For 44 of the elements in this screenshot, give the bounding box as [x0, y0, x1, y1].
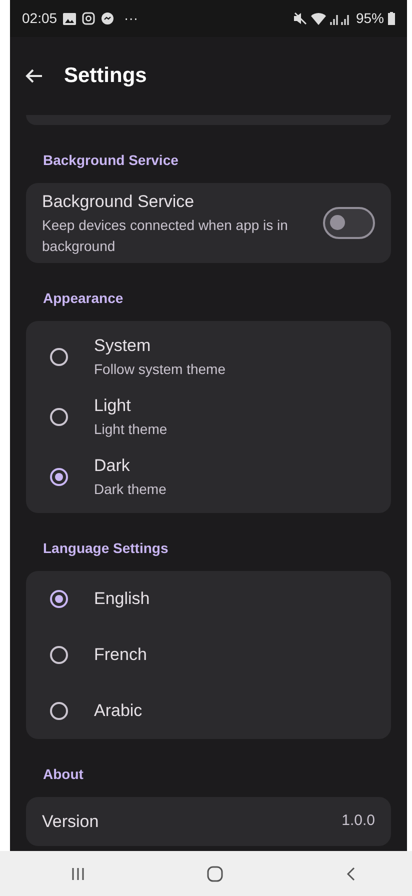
battery-icon: [388, 12, 395, 25]
radio-option[interactable]: Dark Dark theme: [26, 446, 391, 506]
mute-icon: [292, 12, 307, 25]
radio-button[interactable]: [50, 702, 68, 720]
status-time: 02:05: [22, 9, 58, 28]
option-label: Arabic: [94, 700, 142, 722]
option-label: System: [94, 335, 152, 358]
section-header: About: [42, 764, 84, 784]
option-description: Dark theme: [94, 480, 166, 499]
more-notifications: ···: [124, 9, 138, 28]
option-label: English: [94, 588, 150, 610]
back-icon[interactable]: [344, 866, 356, 882]
option-description: Follow system theme: [94, 360, 226, 379]
battery-level: 95%: [356, 9, 384, 28]
radio-option[interactable]: Light Light theme: [26, 386, 391, 446]
toggle-switch[interactable]: [323, 206, 375, 239]
home-icon[interactable]: [206, 864, 224, 882]
wifi-icon: [310, 12, 326, 24]
option-label: French: [94, 644, 147, 666]
setting-title: Background Service: [42, 191, 196, 213]
radio-option[interactable]: Arabic: [26, 682, 391, 738]
recent-apps-icon[interactable]: [70, 866, 84, 880]
radio-option[interactable]: System Follow system theme: [26, 326, 391, 386]
option-label: Dark: [94, 455, 131, 478]
radio-button[interactable]: [50, 646, 68, 664]
radio-button[interactable]: [50, 590, 68, 608]
chat-bubble-icon: [101, 12, 114, 25]
radio-option[interactable]: English: [26, 570, 391, 626]
option-label: Light: [94, 395, 132, 418]
option-description: Light theme: [94, 420, 168, 439]
info-label: Version: [42, 810, 99, 832]
section-header: Language Settings: [42, 538, 170, 558]
info-value: 1.0.0: [342, 811, 375, 831]
setting-description: Keep devices connected when app is in background: [42, 216, 289, 256]
section-header: Appearance: [42, 288, 124, 308]
radio-button[interactable]: [50, 348, 68, 366]
signal-icon: [330, 12, 352, 24]
gallery-icon: [63, 12, 76, 24]
page-title: Settings: [64, 63, 147, 90]
radio-button[interactable]: [50, 408, 68, 426]
camera-icon: [82, 12, 96, 25]
radio-button[interactable]: [50, 468, 68, 486]
radio-option[interactable]: French: [26, 626, 391, 682]
section-header: Background Service: [42, 151, 180, 170]
